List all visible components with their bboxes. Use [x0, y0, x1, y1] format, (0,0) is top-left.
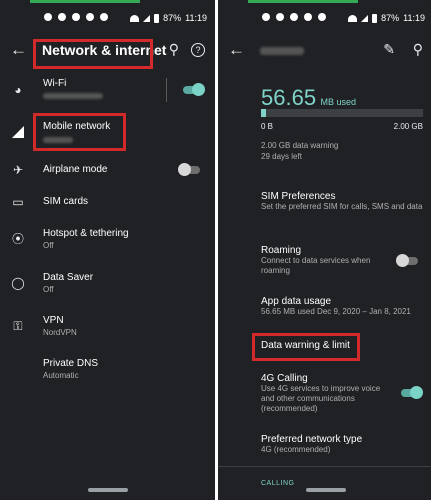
wifi-toggle[interactable]	[183, 83, 205, 96]
section-divider	[218, 466, 431, 467]
hotspot-icon: ⦿	[11, 232, 24, 246]
notification-icon	[44, 13, 52, 21]
data-saver-icon: ◯	[11, 276, 25, 290]
battery-icon	[154, 13, 160, 23]
wifi-icon: ◕	[14, 83, 22, 97]
item-sub: Use 4G services to improve voice and oth…	[261, 384, 381, 413]
item-title: 4G Calling	[261, 373, 308, 384]
notification-icon	[100, 13, 108, 21]
airplane-icon: ✈	[12, 163, 24, 177]
list-item-4g-calling[interactable]: 4G Calling Use 4G services to improve vo…	[261, 373, 393, 414]
signal-icon	[143, 14, 151, 22]
notification-icon	[276, 13, 284, 21]
search-icon[interactable]: ⚲	[413, 41, 423, 58]
vpn-key-icon: ⚿	[13, 319, 23, 333]
wifi-status-icon	[348, 14, 358, 22]
notification-icon	[86, 13, 94, 21]
list-item-wifi[interactable]: ◕ Wi-Fi	[0, 78, 215, 104]
item-label: Private DNS	[43, 358, 99, 369]
list-item-roaming[interactable]: Roaming Connect to data services when ro…	[261, 245, 393, 276]
battery-percent: 87%	[163, 13, 182, 23]
usage-progress-fill	[261, 109, 266, 117]
airplane-toggle[interactable]	[178, 163, 200, 176]
item-sub: Connect to data services when roaming	[261, 256, 371, 275]
item-sub: Set the preferred SIM for calls, SMS and…	[261, 202, 423, 211]
usage-amount: 56.65 MB used	[261, 85, 356, 111]
notification-icons	[44, 13, 108, 21]
item-sub: Off	[43, 241, 54, 250]
list-item-preferred-network-type[interactable]: Preferred network type 4G (recommended)	[261, 434, 423, 455]
status-bar: 87% 11:19	[218, 0, 431, 36]
item-label: Hotspot & tethering	[43, 228, 129, 239]
list-item-app-data-usage[interactable]: App data usage 56.65 MB used Dec 9, 2020…	[261, 296, 423, 317]
signal-icon	[10, 126, 26, 142]
notification-icons	[262, 13, 326, 21]
status-bar: 87% 11:19	[0, 0, 215, 36]
sim-card-icon: ▭	[12, 195, 24, 209]
4g-calling-toggle[interactable]	[401, 386, 423, 399]
notification-icon	[290, 13, 298, 21]
list-item-sim-cards[interactable]: ▭ SIM cards	[0, 192, 215, 212]
highlight-title-box	[33, 39, 153, 69]
search-icon[interactable]: ⚲	[169, 41, 179, 58]
signal-icon	[361, 14, 369, 22]
help-icon[interactable]: ?	[191, 43, 205, 57]
data-warning-text: 2.00 GB data warning	[261, 141, 339, 150]
usage-unit: MB used	[320, 97, 357, 107]
usage-value: 56.65	[261, 85, 317, 110]
item-sub: Automatic	[43, 371, 79, 380]
data-warning-info: 2.00 GB data warning 29 days left	[261, 140, 338, 162]
mobile-network-screen: 87% 11:19 ← ✎ ⚲ 56.65 MB used 0 B 2.00 G…	[218, 0, 431, 500]
battery-icon	[372, 13, 378, 23]
notification-icon	[72, 13, 80, 21]
item-sub: NordVPN	[43, 328, 77, 337]
clock: 11:19	[185, 13, 207, 23]
list-item-airplane-mode[interactable]: ✈ Airplane mode	[0, 160, 215, 180]
calling-section-header: CALLING	[261, 480, 295, 487]
list-item-hotspot[interactable]: ⦿ Hotspot & tethering Off	[0, 226, 215, 252]
network-internet-screen: 87% 11:19 ← Network & internet ⚲ ? ◕ Wi-…	[0, 0, 215, 500]
page-title-blurred	[260, 42, 304, 58]
list-item-private-dns[interactable]: Private DNS Automatic	[0, 356, 215, 382]
divider	[166, 78, 167, 102]
item-label: Airplane mode	[43, 164, 108, 175]
battery-percent: 87%	[381, 13, 400, 23]
list-item-sim-preferences[interactable]: SIM Preferences Set the preferred SIM fo…	[261, 191, 423, 212]
item-title: Roaming	[261, 245, 302, 256]
clock: 11:19	[403, 13, 425, 23]
gesture-nav-bar[interactable]	[87, 488, 128, 492]
item-title: App data usage	[261, 296, 332, 307]
back-arrow-icon[interactable]: ←	[228, 40, 245, 60]
item-sub: 56.65 MB used Dec 9, 2020 – Jan 8, 2021	[261, 307, 411, 316]
notification-icon	[304, 13, 312, 21]
item-title: SIM Preferences	[261, 191, 336, 202]
item-sub: Off	[43, 285, 54, 294]
list-item-data-saver[interactable]: ◯ Data Saver Off	[0, 270, 215, 296]
item-label: SIM cards	[43, 196, 89, 207]
call-indicator-line	[248, 0, 358, 3]
call-indicator-line	[30, 0, 140, 3]
item-title: Preferred network type	[261, 434, 363, 445]
notification-icon	[58, 13, 66, 21]
wifi-status-icon	[130, 14, 140, 22]
usage-progress-bar	[261, 109, 423, 117]
notification-icon	[318, 13, 326, 21]
item-label: Data Saver	[43, 272, 94, 283]
list-item-vpn[interactable]: ⚿ VPN NordVPN	[0, 313, 215, 339]
back-arrow-icon[interactable]: ←	[10, 40, 27, 60]
item-sub-blurred	[43, 92, 103, 101]
roaming-toggle[interactable]	[396, 254, 418, 267]
item-label: Wi-Fi	[43, 78, 67, 89]
edit-pencil-icon[interactable]: ✎	[383, 41, 395, 58]
highlight-mobile-network-box	[33, 113, 126, 151]
usage-min-label: 0 B	[261, 122, 274, 131]
toolbar: ← ✎ ⚲	[218, 36, 431, 64]
highlight-data-warning-box	[252, 333, 360, 361]
days-left-text: 29 days left	[261, 152, 302, 161]
gesture-nav-bar[interactable]	[305, 488, 346, 492]
item-sub: 4G (recommended)	[261, 445, 331, 454]
item-label: VPN	[43, 315, 64, 326]
usage-max-label: 2.00 GB	[393, 122, 423, 131]
notification-icon	[262, 13, 270, 21]
